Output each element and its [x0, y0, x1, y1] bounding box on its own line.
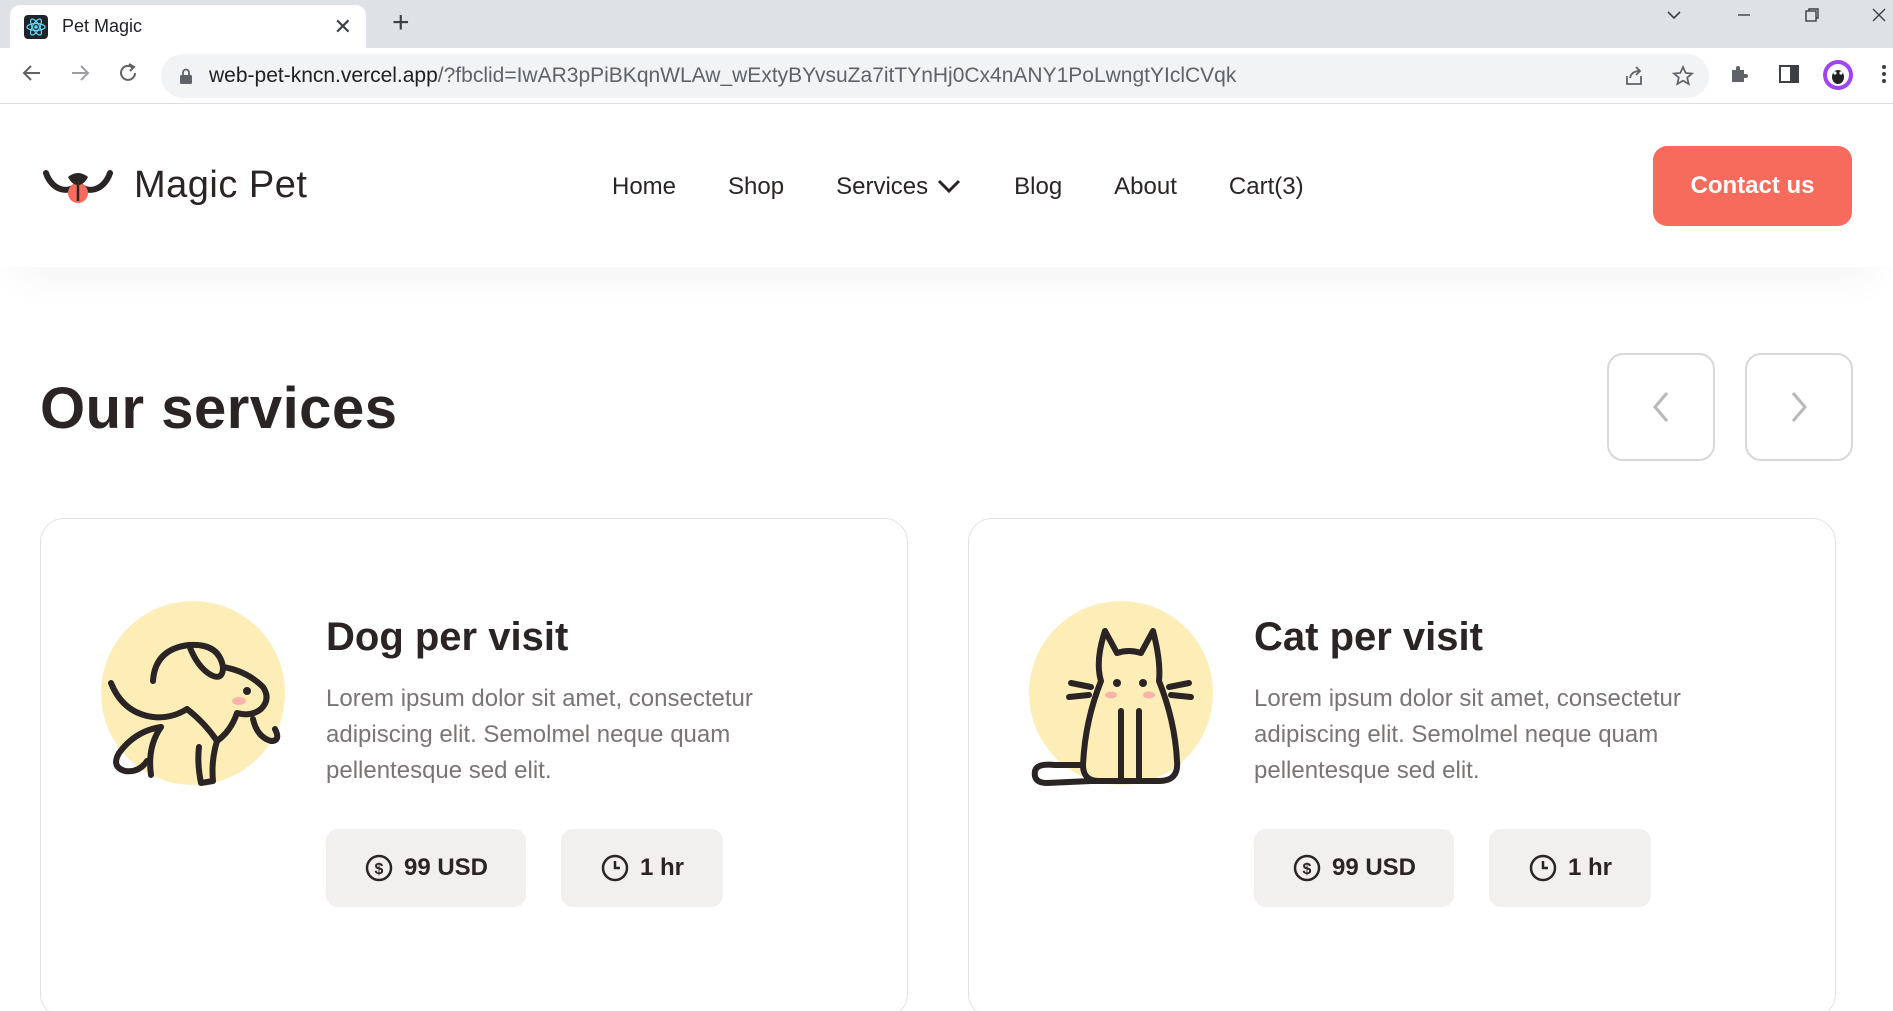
dollar-circle-icon: $: [365, 854, 393, 882]
price-text: 99 USD: [1331, 854, 1417, 881]
toolbar: web-pet-kncn.vercel.app/?fbclid=IwAR3pPi…: [0, 48, 1893, 104]
browser-tab[interactable]: Pet Magic ✕: [10, 5, 366, 48]
nav-home[interactable]: Home: [612, 173, 676, 201]
service-description: Lorem ipsum dolor sit amet, consectetur …: [1254, 685, 1681, 784]
chevron-down-icon: [936, 173, 962, 201]
lock-icon: [179, 68, 193, 84]
restore-icon[interactable]: [1803, 6, 1821, 30]
url-host: web-pet-kncn.vercel.app: [209, 64, 438, 87]
url-query: /?fbclid=IwAR3pPiBKqnWLAw_wExtyBYvsuZa7i…: [437, 64, 1237, 87]
nav-blog[interactable]: Blog: [1014, 173, 1062, 201]
service-title: Cat per visit: [1254, 615, 1483, 659]
price-badge: $ 99 USD: [1254, 829, 1454, 907]
duration-text: 1 hr: [1567, 854, 1612, 881]
carousel-next-button[interactable]: [1745, 353, 1853, 461]
dollar-circle-icon: $: [1293, 854, 1321, 882]
nav-shop[interactable]: Shop: [728, 173, 784, 201]
brand-logo[interactable]: Magic Pet: [42, 161, 307, 209]
minimize-icon[interactable]: [1735, 6, 1753, 30]
service-title: Dog per visit: [326, 615, 569, 659]
dog-nose-logo-icon: [43, 170, 113, 203]
cat-icon: [1029, 601, 1213, 786]
service-card[interactable]: Dog per visit Lorem ipsum dolor sit amet…: [40, 518, 908, 1011]
extensions-puzzle-icon[interactable]: [1728, 62, 1752, 91]
close-tab-icon[interactable]: ✕: [334, 14, 352, 40]
bookmark-star-icon[interactable]: [1671, 64, 1695, 94]
browser-window: Pet Magic ✕ + web-pet-kncn.vercel.app/?f…: [0, 0, 1893, 1011]
clock-icon: [1529, 854, 1557, 882]
url-text: web-pet-kncn.vercel.app/?fbclid=IwAR3pPi…: [209, 64, 1236, 88]
address-bar[interactable]: web-pet-kncn.vercel.app/?fbclid=IwAR3pPi…: [161, 54, 1709, 98]
price-badge: $ 99 USD: [326, 829, 526, 907]
nav-services-label: Services: [836, 173, 929, 200]
webpage: Magic Pet Home Shop Services Blog About …: [0, 105, 1893, 1011]
side-panel-icon[interactable]: [1777, 62, 1801, 91]
nav-about[interactable]: About: [1114, 173, 1177, 201]
svg-text:$: $: [375, 861, 384, 878]
site-header: Magic Pet Home Shop Services Blog About …: [0, 105, 1893, 267]
react-favicon-icon: [24, 14, 48, 39]
share-icon[interactable]: [1622, 64, 1646, 94]
reload-icon[interactable]: [116, 61, 140, 90]
tab-strip: Pet Magic ✕ +: [0, 0, 1893, 48]
main-nav: Home Shop Services Blog About Cart(3): [612, 173, 1356, 201]
chevron-right-icon: [1791, 392, 1807, 422]
service-description: Lorem ipsum dolor sit amet, consectetur …: [326, 685, 753, 784]
tab-search-icon[interactable]: [1665, 6, 1683, 30]
contact-us-button[interactable]: Contact us: [1653, 146, 1852, 226]
duration-badge: 1 hr: [561, 829, 723, 907]
section-title: Our services: [40, 376, 398, 441]
svg-text:$: $: [1303, 861, 1312, 878]
brand-name: Magic Pet: [134, 163, 308, 206]
browser-menu-icon[interactable]: [1880, 62, 1888, 91]
service-card[interactable]: Cat per visit Lorem ipsum dolor sit amet…: [968, 518, 1836, 1011]
duration-badge: 1 hr: [1489, 829, 1651, 907]
close-window-icon[interactable]: [1870, 6, 1888, 30]
dog-icon: [101, 601, 285, 786]
duration-text: 1 hr: [639, 854, 684, 881]
nav-services[interactable]: Services: [836, 173, 962, 201]
chevron-left-icon: [1653, 392, 1669, 422]
clock-icon: [601, 854, 629, 882]
price-text: 99 USD: [403, 854, 489, 881]
nav-cart[interactable]: Cart(3): [1229, 173, 1304, 201]
back-icon[interactable]: [20, 61, 44, 90]
forward-icon[interactable]: [68, 61, 92, 90]
profile-avatar[interactable]: [1822, 59, 1854, 96]
tab-title: Pet Magic: [62, 16, 143, 36]
carousel-prev-button[interactable]: [1607, 353, 1715, 461]
new-tab-icon[interactable]: +: [392, 8, 410, 38]
